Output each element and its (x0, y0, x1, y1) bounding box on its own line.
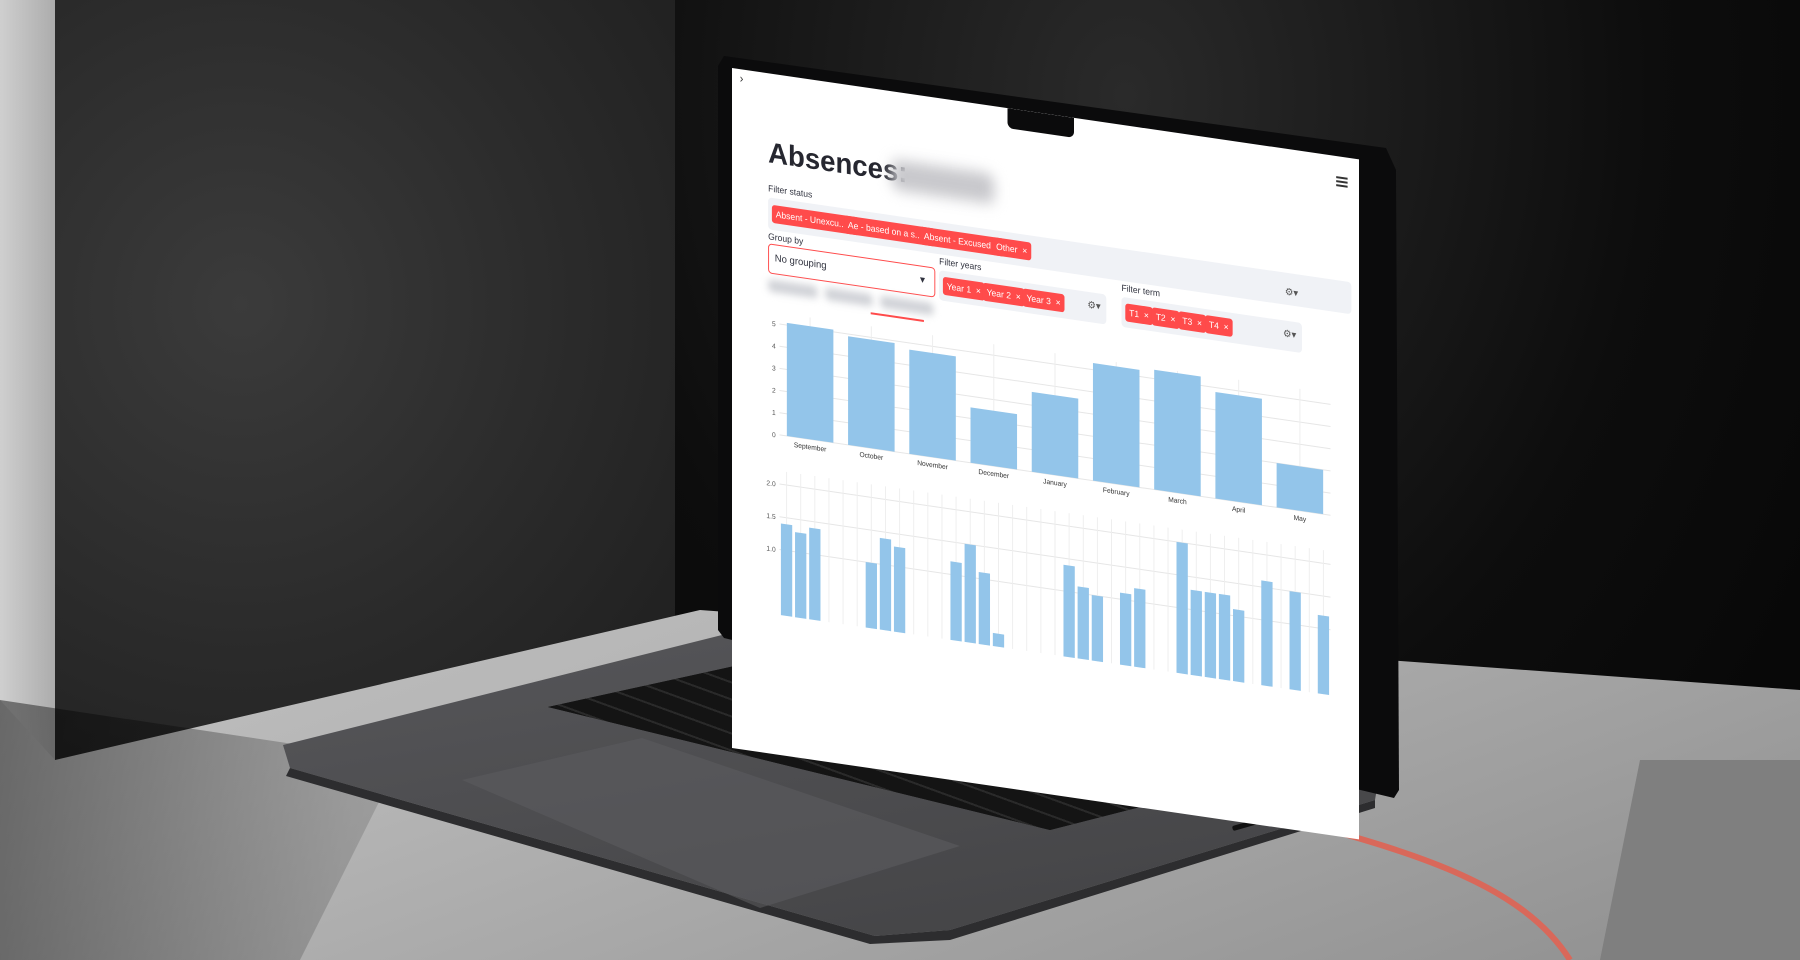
y-tick-label: 2.0 (766, 480, 775, 489)
close-icon[interactable]: × (1170, 314, 1175, 325)
bar (978, 571, 991, 646)
bar (1190, 589, 1202, 677)
hamburger-menu-icon[interactable] (1336, 174, 1348, 190)
term-tag[interactable]: T2 × (1151, 307, 1180, 330)
gear-icon[interactable]: ⚙▾ (1283, 328, 1296, 341)
bar (795, 532, 807, 619)
bar (909, 349, 956, 461)
bar (1276, 463, 1324, 515)
tag-label: Absent - Excused (923, 230, 991, 251)
tag-label: Absent - Unexcu... (775, 209, 847, 230)
bar (1154, 369, 1201, 497)
bar (950, 561, 962, 642)
close-icon[interactable]: × (1056, 297, 1061, 308)
bar (1261, 580, 1273, 687)
tag-label: Ae - based on a s... (847, 219, 923, 241)
bar (1215, 392, 1262, 506)
filter-years-multiselect[interactable]: Year 1 × Year 2 × Year 3 × ⚙▾ (939, 270, 1107, 325)
bar (893, 546, 906, 634)
x-tick-label: September (794, 442, 827, 454)
term-tag[interactable]: T4 × (1205, 314, 1233, 337)
close-icon[interactable]: × (1016, 291, 1021, 302)
x-tick-label: November (917, 460, 948, 472)
bar (1077, 586, 1089, 661)
group-by-value: No grouping (774, 253, 827, 272)
x-tick-label: February (1103, 487, 1130, 498)
bar (1289, 591, 1301, 691)
bar (1204, 591, 1217, 679)
bar (1176, 541, 1188, 675)
x-tick-label: December (978, 469, 1009, 481)
close-icon[interactable]: × (1144, 310, 1149, 321)
close-icon[interactable]: × (1224, 322, 1229, 333)
bar (1119, 592, 1132, 667)
y-tick-label: 0 (772, 432, 776, 440)
tag-label: T2 (1155, 311, 1166, 324)
term-tag[interactable]: T1 × (1125, 303, 1153, 326)
bar (970, 407, 1018, 470)
tag-label: T4 (1208, 319, 1219, 331)
bar (1317, 614, 1330, 696)
filter-term-multiselect[interactable]: T1 × T2 × T3 × T4 × ⚙▾ (1121, 296, 1302, 354)
bar (848, 336, 895, 452)
bar (865, 562, 877, 630)
close-icon[interactable]: × (1022, 245, 1027, 256)
y-tick-label: 4 (772, 343, 776, 351)
tag-label: Other (996, 241, 1018, 255)
term-tag[interactable]: T3 × (1178, 311, 1206, 334)
bar (1063, 564, 1075, 658)
page-title: Absences: (768, 137, 908, 190)
redacted-name (891, 159, 995, 205)
x-tick-label: May (1294, 515, 1307, 524)
absences-charts: 0 1 2 3 4 5 September October November December Ja… (766, 317, 1331, 696)
bar (786, 322, 834, 443)
year-tag[interactable]: Year 2 × (982, 282, 1025, 307)
gear-icon[interactable]: ⚙▾ (1087, 300, 1100, 313)
bar (1092, 363, 1140, 488)
bar (1233, 609, 1245, 683)
tag-label: T3 (1182, 315, 1193, 328)
bar (809, 527, 821, 621)
x-tick-label: January (1043, 478, 1067, 489)
laptop-mockup-scene: › Absences: Filter status Absent - Unexc… (0, 0, 1800, 960)
bar (992, 632, 1005, 648)
tag-label: Year 3 (1026, 292, 1051, 307)
gear-icon[interactable]: ⚙▾ (1285, 287, 1298, 300)
status-tag[interactable]: Other × (992, 236, 1032, 261)
x-tick-label: October (860, 451, 884, 462)
tag-label: T1 (1129, 307, 1140, 320)
bar (1218, 593, 1231, 681)
year-tag[interactable]: Year 1 × (942, 276, 985, 301)
year-tag[interactable]: Year 3 × (1022, 288, 1065, 313)
chevron-right-icon[interactable]: › (740, 71, 744, 86)
tag-label: Year 1 (946, 281, 972, 295)
bar (1091, 594, 1104, 663)
bar (780, 523, 793, 617)
y-tick-label: 1.5 (766, 513, 775, 522)
bar (879, 537, 892, 632)
chevron-down-icon: ▼ (918, 274, 927, 286)
y-tick-label: 3 (772, 365, 776, 373)
x-tick-label: March (1168, 496, 1187, 506)
y-tick-label: 1 (772, 410, 776, 418)
bar (1031, 391, 1079, 479)
bar (1134, 588, 1146, 669)
app-screen: › Absences: Filter status Absent - Unexc… (732, 68, 1359, 840)
tag-label: Year 2 (986, 287, 1012, 301)
y-tick-label: 5 (772, 321, 776, 329)
close-icon[interactable]: × (1197, 318, 1202, 329)
x-tick-label: April (1232, 506, 1246, 515)
y-tick-label: 2 (772, 387, 776, 395)
close-icon[interactable]: × (976, 286, 981, 297)
bar (964, 543, 976, 644)
y-tick-label: 1.0 (766, 545, 775, 554)
